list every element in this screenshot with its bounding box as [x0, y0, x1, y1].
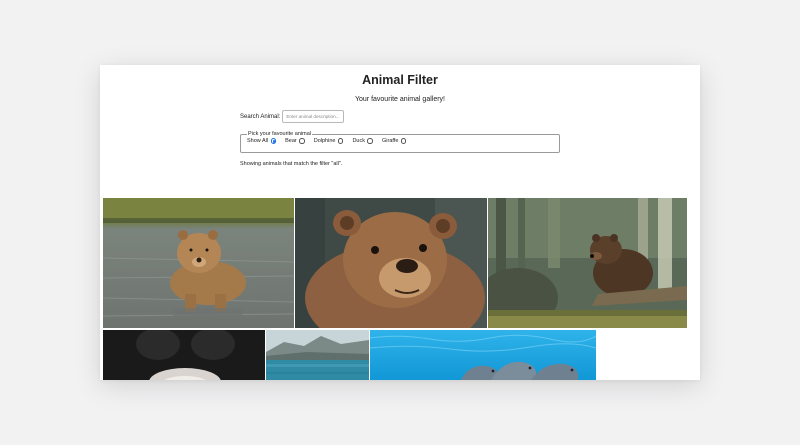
- filter-option-duck[interactable]: Duck: [352, 138, 373, 144]
- gallery-image-bear-portrait[interactable]: [295, 198, 487, 328]
- radio-duck[interactable]: [367, 138, 373, 144]
- radio-bear[interactable]: [299, 138, 305, 144]
- search-row: Search Animal:: [240, 110, 345, 123]
- filter-status-text: Showing animals that match the filter "a…: [240, 161, 343, 167]
- filter-option-label: Duck: [352, 138, 365, 144]
- filter-option-label: Dolphine: [313, 138, 336, 144]
- filter-option-bear[interactable]: Bear: [285, 138, 305, 144]
- app-window: Animal Filter Your favourite animal gall…: [100, 65, 700, 380]
- filter-option-label: Show All: [247, 138, 269, 144]
- filter-legend: Pick your favourite animal: [248, 131, 311, 137]
- filter-option-label: Giraffe: [381, 138, 399, 144]
- filter-option-giraffe[interactable]: Giraffe: [381, 138, 407, 144]
- gallery-image-bear-forest[interactable]: [488, 198, 687, 328]
- filter-option-label: Bear: [285, 138, 297, 144]
- search-label: Search Animal:: [240, 113, 281, 120]
- radio-dolphine[interactable]: [337, 138, 344, 144]
- gallery-image-bear-river[interactable]: [103, 198, 294, 328]
- radio-show-all[interactable]: [270, 138, 277, 144]
- animal-filter-group: Pick your favourite animal Show All Bear…: [240, 131, 560, 153]
- page-title: Animal Filter: [362, 73, 438, 87]
- gallery-image-dolphins[interactable]: [370, 330, 596, 380]
- search-input[interactable]: [282, 110, 345, 123]
- filter-option-show-all[interactable]: Show All: [247, 138, 277, 144]
- gallery-image-sea-mountains[interactable]: [266, 330, 369, 380]
- gallery-image-black-animal[interactable]: [103, 330, 265, 380]
- page-subtitle: Your favourite animal gallery!: [354, 96, 445, 103]
- filter-option-dolphine[interactable]: Dolphine: [314, 138, 344, 144]
- radio-giraffe[interactable]: [400, 138, 407, 144]
